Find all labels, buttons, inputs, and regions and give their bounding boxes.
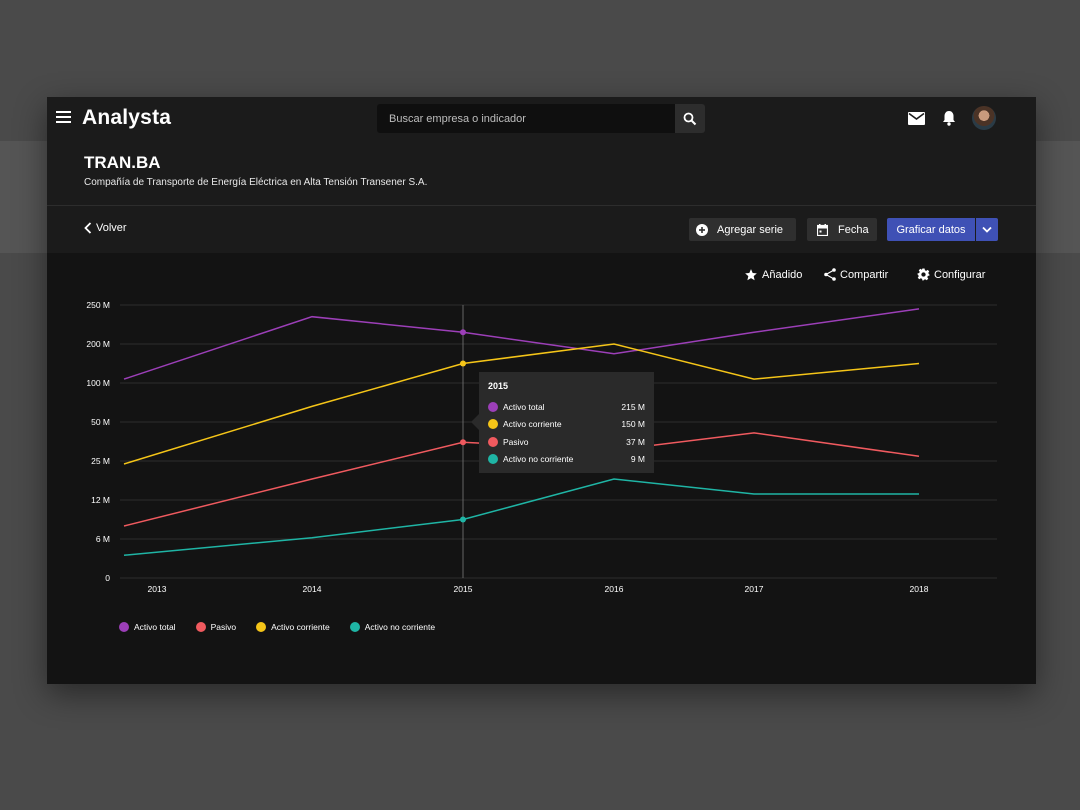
back-link[interactable]: Volver	[84, 222, 127, 234]
tooltip-row: Activo no corriente 9 M	[488, 451, 645, 469]
data-point	[460, 360, 466, 367]
legend-dot	[195, 622, 206, 632]
legend-label: Pasivo	[210, 622, 237, 632]
tooltip-dot	[488, 401, 498, 412]
tooltip-value: 37 M	[626, 436, 645, 447]
legend-dot	[349, 622, 360, 632]
tooltip-dot	[488, 454, 498, 465]
brand-logo: Analysta	[82, 106, 172, 129]
share-icon	[824, 268, 836, 281]
y-tick-label: 200 M	[86, 339, 110, 349]
star-icon	[745, 269, 757, 281]
company-ticker: TRAN.BA	[84, 153, 161, 172]
chart-legend: Activo total Pasivo Activo corriente Act…	[119, 622, 455, 632]
gear-icon	[917, 268, 930, 281]
add-series-button[interactable]: Agregar serie	[689, 218, 796, 241]
tooltip-dot	[488, 436, 498, 447]
chevron-down-icon	[982, 226, 992, 233]
tooltip-row: Activo total 215 M	[488, 398, 645, 416]
x-tick-label: 2014	[303, 584, 322, 594]
y-tick-label: 250 M	[86, 300, 110, 310]
y-tick-label: 50 M	[91, 417, 110, 427]
date-label: Fecha	[838, 223, 869, 236]
add-circle-icon	[696, 223, 708, 236]
legend-label: Activo corriente	[271, 622, 330, 632]
legend-item-activo-no-corriente[interactable]: Activo no corriente	[349, 622, 436, 632]
tooltip-label: Activo no corriente	[503, 454, 574, 465]
tooltip-value: 9 M	[630, 454, 645, 465]
legend-item-activo-total[interactable]: Activo total	[119, 622, 176, 632]
tooltip-value: 150 M	[621, 419, 645, 430]
back-label: Volver	[96, 222, 127, 234]
data-point	[460, 329, 466, 336]
date-button[interactable]: Fecha	[807, 218, 877, 241]
search-button[interactable]	[675, 104, 705, 133]
added-label: Añadido	[762, 269, 803, 281]
y-tick-label: 12 M	[91, 495, 110, 505]
app-window: Analysta TRAN.BA Compañía de Transporte …	[47, 97, 1036, 684]
legend-item-pasivo[interactable]: Pasivo	[195, 622, 237, 632]
series-line	[123, 478, 919, 557]
configure-label: Configurar	[934, 268, 986, 281]
legend-dot	[256, 622, 267, 632]
plot-options-dropdown[interactable]	[976, 218, 998, 241]
tooltip-title: 2015	[488, 381, 509, 391]
y-tick-label: 6 M	[96, 534, 110, 544]
x-tick-label: 2016	[605, 584, 624, 594]
tooltip-row: Pasivo 37 M	[488, 433, 645, 451]
x-tick-label: 2015	[454, 584, 473, 594]
legend-label: Activo total	[134, 622, 176, 632]
tooltip-label: Activo total	[503, 401, 545, 412]
x-tick-label: 2017	[745, 584, 764, 594]
share-label: Compartir	[840, 268, 889, 281]
y-tick-label: 25 M	[91, 456, 110, 466]
calendar-icon	[817, 223, 828, 236]
chevron-left-icon	[84, 222, 92, 234]
data-point	[460, 439, 466, 446]
company-header: TRAN.BA Compañía de Transporte de Energí…	[47, 141, 1036, 206]
add-series-label: Agregar serie	[717, 223, 784, 236]
tooltip-row: Activo corriente 150 M	[488, 416, 645, 434]
added-button[interactable]: Añadido	[744, 268, 802, 282]
bell-icon[interactable]	[942, 110, 956, 126]
y-tick-label: 100 M	[86, 378, 110, 388]
search-input[interactable]	[377, 104, 675, 133]
legend-label: Activo no corriente	[364, 622, 436, 632]
configure-button[interactable]: Configurar	[917, 268, 985, 281]
tooltip-value: 215 M	[621, 401, 645, 412]
x-tick-label: 2013	[148, 584, 167, 594]
avatar[interactable]	[972, 106, 996, 130]
menu-icon[interactable]	[56, 111, 72, 125]
mail-icon[interactable]	[908, 112, 925, 125]
share-button[interactable]: Compartir	[824, 268, 888, 281]
plot-data-button[interactable]: Graficar datos	[887, 218, 975, 241]
chart-tooltip: 2015 Activo total 215 M Activo corriente…	[471, 372, 654, 473]
top-bar: Analysta	[47, 97, 1036, 141]
data-point	[460, 516, 466, 523]
company-name: Compañía de Transporte de Energía Eléctr…	[84, 177, 428, 188]
legend-item-activo-corriente[interactable]: Activo corriente	[256, 622, 330, 632]
tooltip-label: Pasivo	[503, 436, 529, 447]
x-tick-label: 2018	[910, 584, 929, 594]
legend-dot	[119, 622, 129, 632]
action-bar: Volver Agregar serie Fecha Graficar dato…	[47, 206, 1036, 253]
tooltip-label: Activo corriente	[503, 419, 562, 430]
search-icon	[683, 112, 697, 126]
y-tick-label: 0	[105, 573, 110, 583]
tooltip-dot	[488, 419, 498, 430]
